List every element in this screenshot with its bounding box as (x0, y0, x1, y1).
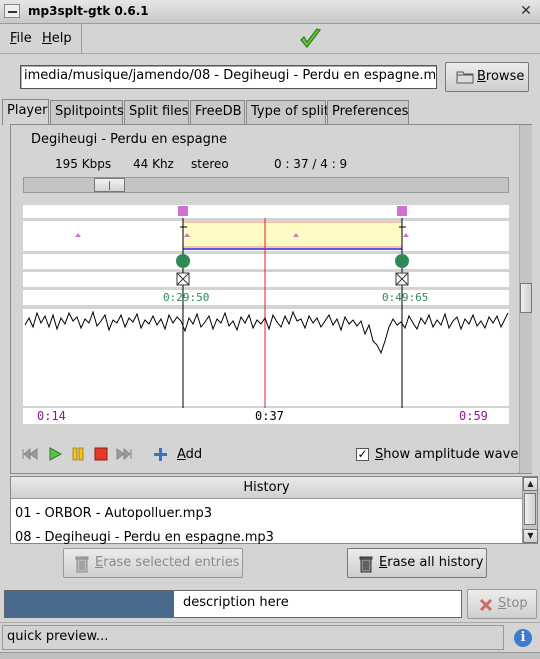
split-progress-fill (5, 591, 174, 617)
status-bar: quick preview... i (0, 622, 540, 652)
splitpoint-marker-1 (178, 206, 188, 216)
file-row: imedia/musique/jamendo/08 - Degiheugi - … (0, 54, 540, 100)
ok-checkmark-icon (300, 28, 321, 48)
info-icon[interactable]: i (514, 629, 532, 647)
tab-bar: Player Splitpoints Split files FreeDB Ty… (0, 99, 540, 125)
frequency: 44 Khz (133, 157, 174, 171)
history-scrollbar-thumb[interactable] (524, 493, 536, 525)
stop-button[interactable]: Stop (467, 589, 537, 619)
play-icon[interactable] (48, 447, 62, 461)
splitpoint-band (23, 254, 509, 269)
erase-all-button[interactable]: Erase all history (347, 548, 487, 578)
marker-band (23, 205, 509, 218)
history-header[interactable]: History (11, 477, 522, 499)
erase-all-label: Erase all history (379, 555, 484, 570)
menu-file[interactable]: File (10, 31, 32, 46)
menu-divider (81, 24, 82, 54)
splitpoint-handle-1 (176, 254, 190, 268)
stop-label: Stop (498, 596, 528, 611)
previous-icon[interactable] (21, 447, 39, 461)
trash-icon (75, 556, 89, 573)
history-entry[interactable]: 08 - Degiheugi - Perdu en espagne.mp3 (15, 530, 274, 545)
history-entry[interactable]: 01 - ORBOR - Autopolluer.mp3 (15, 506, 212, 521)
channel-mode: stereo (191, 157, 229, 171)
window-title: mp3splt-gtk 0.6.1 (28, 4, 149, 18)
tab-player[interactable]: Player (2, 99, 49, 125)
tab-preferences[interactable]: Preferences (327, 100, 409, 124)
time-readout: 0 : 37 / 4 : 9 (274, 157, 348, 171)
show-amplitude-label[interactable]: Show amplitude wave (375, 447, 518, 462)
song-progress-thumb[interactable] (93, 178, 125, 192)
show-amplitude-checkbox[interactable]: ✓ (356, 448, 369, 461)
splitpoint-handle-2 (395, 254, 409, 268)
file-path-input[interactable]: imedia/musique/jamendo/08 - Degiheugi - … (20, 65, 437, 89)
stop-icon[interactable] (94, 447, 108, 461)
add-splitpoint-button[interactable]: Add (177, 447, 202, 462)
stop-x-icon (479, 598, 493, 612)
player-panel: Degiheugi - Perdu en espagne 195 Kbps 44… (10, 124, 532, 474)
window-bottom-edge (0, 652, 540, 659)
bitrate: 195 Kbps (55, 157, 112, 171)
splitpoint-label-band (23, 290, 509, 305)
song-title: Degiheugi - Perdu en espagne (31, 132, 228, 147)
scroll-down-icon[interactable]: ▼ (523, 529, 538, 543)
folder-icon (456, 71, 474, 84)
splitpoint-drawing-area[interactable]: 0:29:50 0:49:65 0:14 0:37 0:59 (23, 203, 509, 428)
menu-bar: File Help (0, 24, 540, 54)
splitpoint-check-2 (395, 272, 409, 286)
tab-freedb[interactable]: FreeDB (190, 100, 245, 124)
splitpoint-label-1: 0:29:50 (163, 291, 209, 304)
browse-button[interactable]: Browse (445, 62, 529, 92)
timeline-right: 0:59 (459, 409, 488, 423)
split-progress-bar: description here (4, 590, 462, 618)
tab-splitpoints[interactable]: Splitpoints (50, 100, 124, 124)
tab-type-of-split[interactable]: Type of split (246, 100, 329, 124)
pause-icon[interactable] (71, 447, 85, 461)
browse-label: Browse (477, 69, 525, 84)
scroll-up-icon[interactable]: ▲ (523, 477, 538, 491)
title-bar: mp3splt-gtk 0.6.1 ✕ (0, 0, 540, 24)
close-icon[interactable]: ✕ (518, 3, 534, 19)
player-scrollbar-thumb[interactable] (520, 283, 532, 313)
erase-selected-button[interactable]: Erase selected entries (63, 548, 243, 578)
splitpoint-marker-2 (397, 206, 407, 216)
timeline-left: 0:14 (37, 409, 66, 423)
progress-description: description here (183, 595, 289, 610)
timeline-center: 0:37 (255, 409, 284, 423)
check-band (23, 272, 509, 287)
window-menu-icon[interactable] (4, 4, 20, 18)
next-icon[interactable] (115, 447, 133, 461)
erase-selected-label: Erase selected entries (95, 555, 240, 570)
trash-icon (359, 556, 373, 573)
splitpoint-label-2: 0:49:65 (382, 291, 428, 304)
status-text: quick preview... (2, 625, 504, 650)
tab-split-files[interactable]: Split files (124, 100, 189, 124)
history-scrollbar[interactable]: ▲ ▼ (522, 477, 538, 543)
selection-region (182, 221, 403, 248)
add-icon[interactable] (153, 447, 168, 462)
menu-help[interactable]: Help (42, 31, 72, 46)
splitpoint-check-1 (176, 272, 190, 286)
history-list: History 01 - ORBOR - Autopolluer.mp3 08 … (10, 476, 538, 545)
